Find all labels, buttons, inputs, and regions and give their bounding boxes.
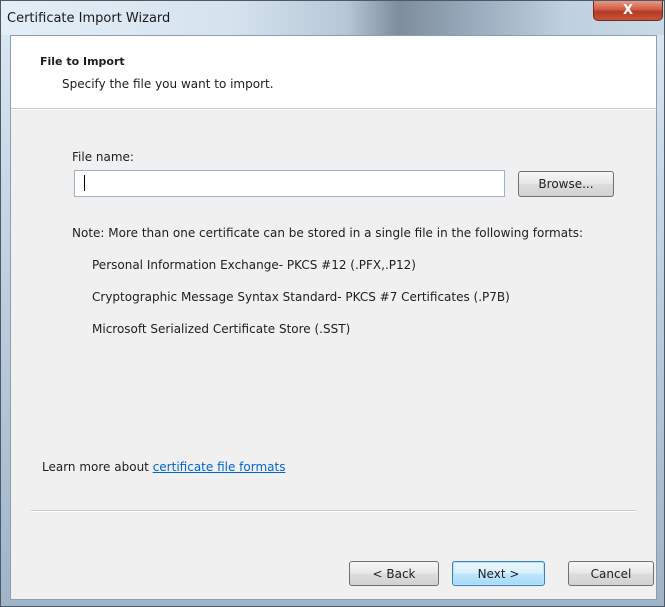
text-caret: [84, 175, 85, 191]
learn-more-prefix: Learn more about: [42, 460, 153, 474]
back-button-label: < Back: [372, 566, 416, 581]
page-title: File to Import: [40, 55, 125, 68]
close-button[interactable]: X: [593, 1, 663, 21]
format-item-sst: Microsoft Serialized Certificate Store (…: [92, 322, 351, 336]
header-divider: [11, 108, 656, 110]
footer-divider: [31, 510, 636, 512]
close-icon: X: [622, 3, 634, 18]
file-name-label: File name:: [72, 150, 134, 164]
wizard-header: File to Import Specify the file you want…: [11, 36, 656, 108]
next-button-label: Next >: [477, 566, 520, 581]
cancel-button[interactable]: Cancel: [568, 561, 654, 586]
wizard-window: Certificate Import Wizard X File to Impo…: [0, 0, 665, 607]
format-item-p7b: Cryptographic Message Syntax Standard- P…: [92, 290, 510, 304]
formats-note: Note: More than one certificate can be s…: [72, 226, 584, 240]
next-button[interactable]: Next >: [452, 561, 545, 586]
back-button[interactable]: < Back: [349, 561, 439, 586]
file-name-input[interactable]: [74, 170, 505, 197]
page-subtitle: Specify the file you want to import.: [62, 77, 274, 91]
format-item-pfx: Personal Information Exchange- PKCS #12 …: [92, 258, 416, 272]
certificate-formats-link[interactable]: certificate file formats: [153, 460, 286, 474]
title-bar[interactable]: Certificate Import Wizard X: [1, 1, 664, 35]
learn-more-text: Learn more about certificate file format…: [42, 460, 285, 474]
browse-button[interactable]: Browse...: [518, 171, 614, 197]
window-title: Certificate Import Wizard: [7, 11, 171, 26]
cancel-button-label: Cancel: [590, 566, 632, 581]
browse-button-label: Browse...: [538, 177, 594, 191]
wizard-body: File to Import Specify the file you want…: [10, 35, 657, 600]
